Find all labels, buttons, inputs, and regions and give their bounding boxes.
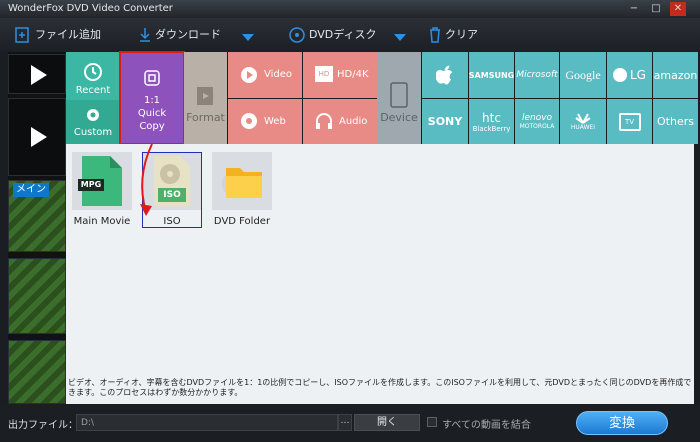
brand-sony[interactable]: SONY [422,99,468,144]
video-thumbnail[interactable] [8,98,66,176]
brand-htc[interactable]: htc BlackBerry [469,99,514,144]
copy-icon [144,70,160,86]
disc-icon [289,27,305,43]
hd-badge-icon: HD [315,66,333,82]
device-tab[interactable]: Device [377,52,421,144]
download-label: ダウンロード [155,28,221,41]
brand-microsoft[interactable]: Microsoft [515,52,559,98]
trash-icon [430,27,440,43]
brand-lg-label: LG [630,68,646,82]
chrome-icon [241,113,257,129]
clear-label: クリア [445,28,478,41]
quick-copy-tab[interactable]: 1:1 Quick Copy [121,53,183,143]
custom-tab[interactable]: Custom [66,100,120,144]
play-icon [31,65,47,85]
mpg-badge: MPG [78,179,104,191]
recent-tab[interactable]: Recent [66,52,120,100]
close-button[interactable]: ✕ [670,2,686,16]
web-label: Web [264,116,286,127]
download-button[interactable]: ダウンロード [138,24,221,46]
tv-icon: TV [618,112,641,131]
dvd-disc-button[interactable]: DVDディスク [288,24,377,46]
apple-icon [436,65,453,85]
video-label: Video [264,69,293,80]
format-tab[interactable]: Format [184,52,227,144]
video-thumbnail-main[interactable]: メイン [8,180,66,252]
output-options-panel: MPG Main Movie ISO ISO DVD Folder ビデオ、オー… [66,144,694,404]
brand-others[interactable]: Others [653,99,698,144]
browse-button[interactable]: … [338,414,352,431]
quick-copy-ratio: 1:1 [143,95,161,106]
brand-lenovo[interactable]: lenovo MOTOROLA [515,99,559,144]
video-thumbnail[interactable] [8,258,66,334]
video-thumbnail[interactable] [8,54,66,94]
brand-tv[interactable]: TV [607,99,652,144]
convert-button[interactable]: 変換 [576,411,668,435]
format-label: Format [186,111,225,124]
merge-label: すべての動画を結合 [442,420,531,431]
device-label: Device [380,111,418,124]
preset-menu: Recent Custom [66,52,120,144]
description-text: ビデオ、オーディオ、字幕を含むDVDファイルを1：1の比例でコピーし、ISOファ… [68,378,692,397]
dvd-dropdown-icon[interactable] [394,34,406,41]
hd4k-label: HD/4K [337,69,369,80]
recent-label: Recent [75,85,111,96]
video-thumbnail[interactable] [8,340,66,404]
main-movie-label: Main Movie [73,216,131,227]
add-file-icon [15,27,29,43]
audio-label: Audio [339,116,368,127]
output-path-field[interactable]: D:\ [76,414,338,431]
brand-apple[interactable] [422,52,468,98]
brand-blackberry-label: BlackBerry [472,124,511,133]
clock-icon [84,63,102,81]
quick-copy-label-2: Copy [139,121,165,132]
brand-huawei[interactable]: HUAWEI [560,99,606,144]
add-file-button[interactable]: ファイル追加 [14,24,101,46]
maximize-button[interactable]: □ [648,2,664,16]
brand-huawei-label: HUAWEI [570,124,596,131]
download-dropdown-icon[interactable] [242,34,254,41]
tablet-icon [390,82,408,108]
folder-icon [222,168,262,198]
open-button[interactable]: 開く [354,414,420,431]
bottom-bar: 出力ファイル： D:\ … 開く すべての動画を結合 変換 [0,404,700,442]
main-movie-option[interactable]: MPG [72,152,132,210]
main-title-label: メイン [13,183,49,197]
minimize-button[interactable]: − [626,2,642,16]
film-icon [196,87,213,105]
huawei-icon [575,113,591,124]
iso-selection-box [142,152,202,228]
dvd-folder-option[interactable] [212,152,272,210]
brand-htc-label: htc [482,110,501,125]
brand-lenovo-label: lenovo [521,113,553,123]
lg-logo-icon [613,68,627,82]
window-title: WonderFox DVD Video Converter [8,3,173,14]
play-icon [31,127,47,147]
hd4k-category[interactable]: HD HD/4K [303,52,377,98]
video-list: メイン [8,52,66,404]
audio-category[interactable]: Audio [303,99,377,144]
output-label: 出力ファイル： [8,420,78,431]
toolbar: ファイル追加 ダウンロード DVDディスク クリア [0,18,700,52]
merge-checkbox[interactable] [427,417,437,427]
headphones-icon [316,113,332,129]
brand-google[interactable]: Google [560,52,606,98]
play-circle-icon [241,67,257,83]
custom-label: Custom [73,127,113,138]
title-bar: WonderFox DVD Video Converter − □ ✕ [0,0,700,18]
video-category[interactable]: Video [228,52,302,98]
dvd-disc-label: DVDディスク [309,28,377,41]
clear-button[interactable]: クリア [428,24,478,46]
web-category[interactable]: Web [228,99,302,144]
gear-icon [87,109,99,121]
brand-lg[interactable]: LG [607,52,652,98]
brand-samsung[interactable]: SAMSUNG [469,52,514,98]
quick-copy-label-1: Quick [137,108,167,119]
download-icon [140,28,150,42]
brand-amazon[interactable]: amazon [653,52,698,98]
add-file-label: ファイル追加 [35,28,101,41]
brand-motorola-label: MOTOROLA [519,123,555,130]
dvd-folder-label: DVD Folder [213,216,271,227]
